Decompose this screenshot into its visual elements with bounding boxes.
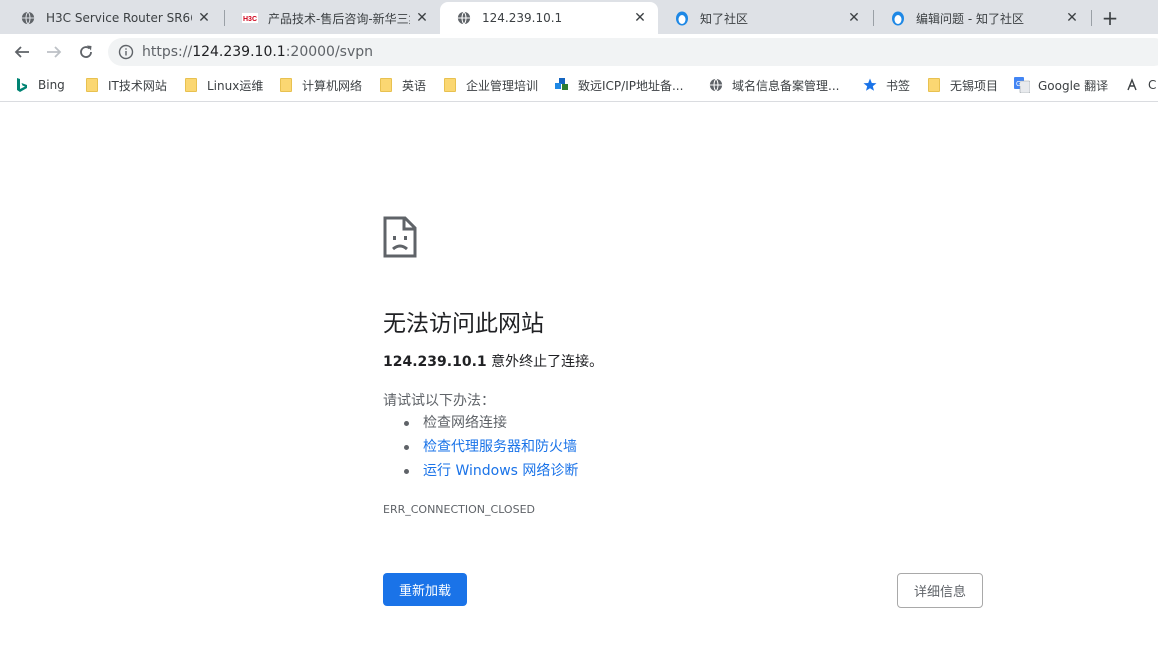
error-heading: 无法访问此网站 [383,311,544,337]
bookmark-icp[interactable]: 致远ICP/IP地址备... [554,76,683,94]
forward-arrow-icon [47,46,62,58]
back-arrow-icon [14,46,29,58]
bookmark-google-translate[interactable]: G Google 翻译 [1014,76,1108,94]
tab-strip: H3C Service Router SR660 ✕ H3C 产品技术-售后咨询… [0,0,1158,34]
bing-icon [14,77,30,93]
bookmark-label: Google 翻译 [1038,78,1109,93]
error-summary-text: 意外终止了连接。 [486,354,604,370]
close-icon[interactable]: ✕ [846,10,862,26]
star-icon [862,77,878,93]
bullet [404,445,409,450]
url-scheme: https:// [142,44,193,60]
error-host: 124.239.10.1 [383,354,487,370]
h3c-logo-text: H3C [243,16,257,23]
reload-button[interactable] [72,38,100,66]
folder-icon [442,77,458,93]
close-icon[interactable]: ✕ [196,10,212,26]
tab-divider [1091,10,1092,26]
bookmark-c[interactable]: C [1124,76,1156,94]
bookmark-folder-it[interactable]: IT技术网站 [84,76,167,94]
folder-icon [926,77,942,93]
toolbar: https://124.239.10.1:20000/svpn [0,34,1158,70]
bookmark-label: 致远ICP/IP地址备... [578,78,684,93]
new-tab-button[interactable]: + [1098,6,1122,30]
url-host: 124.239.10.1 [192,44,286,60]
back-button[interactable] [8,38,36,66]
url-path: :20000/svpn [285,44,374,60]
globe-icon [20,10,36,26]
bookmark-folder-network[interactable]: 计算机网络 [278,76,362,94]
google-translate-icon: G [1014,77,1030,93]
svg-text:G: G [1016,81,1021,88]
script-icon [1124,77,1140,93]
tab-title: 124.239.10.1 [482,11,563,25]
bullet [404,421,409,426]
tab-h3c-support[interactable]: H3C 产品技术-售后咨询-新华三集 ✕ [226,4,440,32]
bookmark-shuqian[interactable]: 书签 [862,76,910,94]
details-button[interactable]: 详细信息 [897,573,983,608]
folder-icon [183,77,199,93]
sad-page-icon [383,216,417,258]
address-bar[interactable]: https://124.239.10.1:20000/svpn [108,38,1158,66]
reload-page-button[interactable]: 重新加载 [383,573,467,606]
bookmark-label: 计算机网络 [302,78,363,93]
try-label: 请试试以下办法： [383,393,495,409]
tab-edit-question[interactable]: 编辑问题 - 知了社区 ✕ [874,4,1090,32]
reload-icon [80,45,92,58]
bookmark-label: IT技术网站 [108,78,167,93]
globe-icon [456,10,472,26]
h3c-logo-icon: H3C [242,10,258,26]
bookmark-label: 英语 [402,78,427,93]
bookmark-label: Linux运维 [207,78,264,93]
suggestion-check-proxy-link[interactable]: 检查代理服务器和防火墙 [403,438,578,462]
zhiliao-egg-icon [890,10,906,26]
folder-icon [378,77,394,93]
close-icon[interactable]: ✕ [1064,10,1080,26]
bookmark-label: 企业管理培训 [466,78,539,93]
suggestions-list: 检查网络连接 检查代理服务器和防火墙 运行 Windows 网络诊断 [403,414,578,486]
suggestion-check-network: 检查网络连接 [403,414,578,438]
forward-button[interactable] [40,38,68,66]
bookmark-label: 无锡项目 [950,78,999,93]
folder-icon [84,77,100,93]
bookmark-bing[interactable]: Bing [14,76,65,94]
tab-h3c-router[interactable]: H3C Service Router SR660 ✕ [4,4,222,32]
puzzle-icon [554,77,570,93]
tab-title: H3C Service Router SR660 [46,11,192,25]
globe-icon [708,77,724,93]
tab-title: 知了社区 [700,11,749,26]
error-summary: 124.239.10.1 意外终止了连接。 [383,351,603,371]
bookmark-folder-english[interactable]: 英语 [378,76,426,94]
folder-icon [278,77,294,93]
bookmark-folder-linux[interactable]: Linux运维 [183,76,263,94]
bookmark-label: C [1148,78,1157,92]
bullet [404,469,409,474]
bookmark-folder-management[interactable]: 企业管理培训 [442,76,538,94]
error-code: ERR_CONNECTION_CLOSED [383,503,535,516]
bookmarks-bar: Bing IT技术网站 Linux运维 计算机网络 英语 企业管理培训 致远IC… [0,70,1158,102]
tab-title: 编辑问题 - 知了社区 [916,11,1024,26]
tab-divider [224,10,225,26]
close-icon[interactable]: ✕ [632,10,648,26]
tab-active-ip[interactable]: 124.239.10.1 ✕ [440,2,658,34]
bookmark-folder-wuxi[interactable]: 无锡项目 [926,76,998,94]
info-icon[interactable] [118,44,134,60]
bookmark-domain[interactable]: 域名信息备案管理... [708,76,839,94]
suggestion-windows-diagnostics-link[interactable]: 运行 Windows 网络诊断 [403,462,578,486]
bookmark-label: 书签 [886,78,911,93]
tab-zhiliao[interactable]: 知了社区 ✕ [658,4,872,32]
zhiliao-egg-icon [674,10,690,26]
bookmark-label: Bing [38,78,65,92]
close-icon[interactable]: ✕ [414,10,430,26]
bookmark-label: 域名信息备案管理... [732,78,840,93]
tab-title: 产品技术-售后咨询-新华三集 [268,11,410,26]
